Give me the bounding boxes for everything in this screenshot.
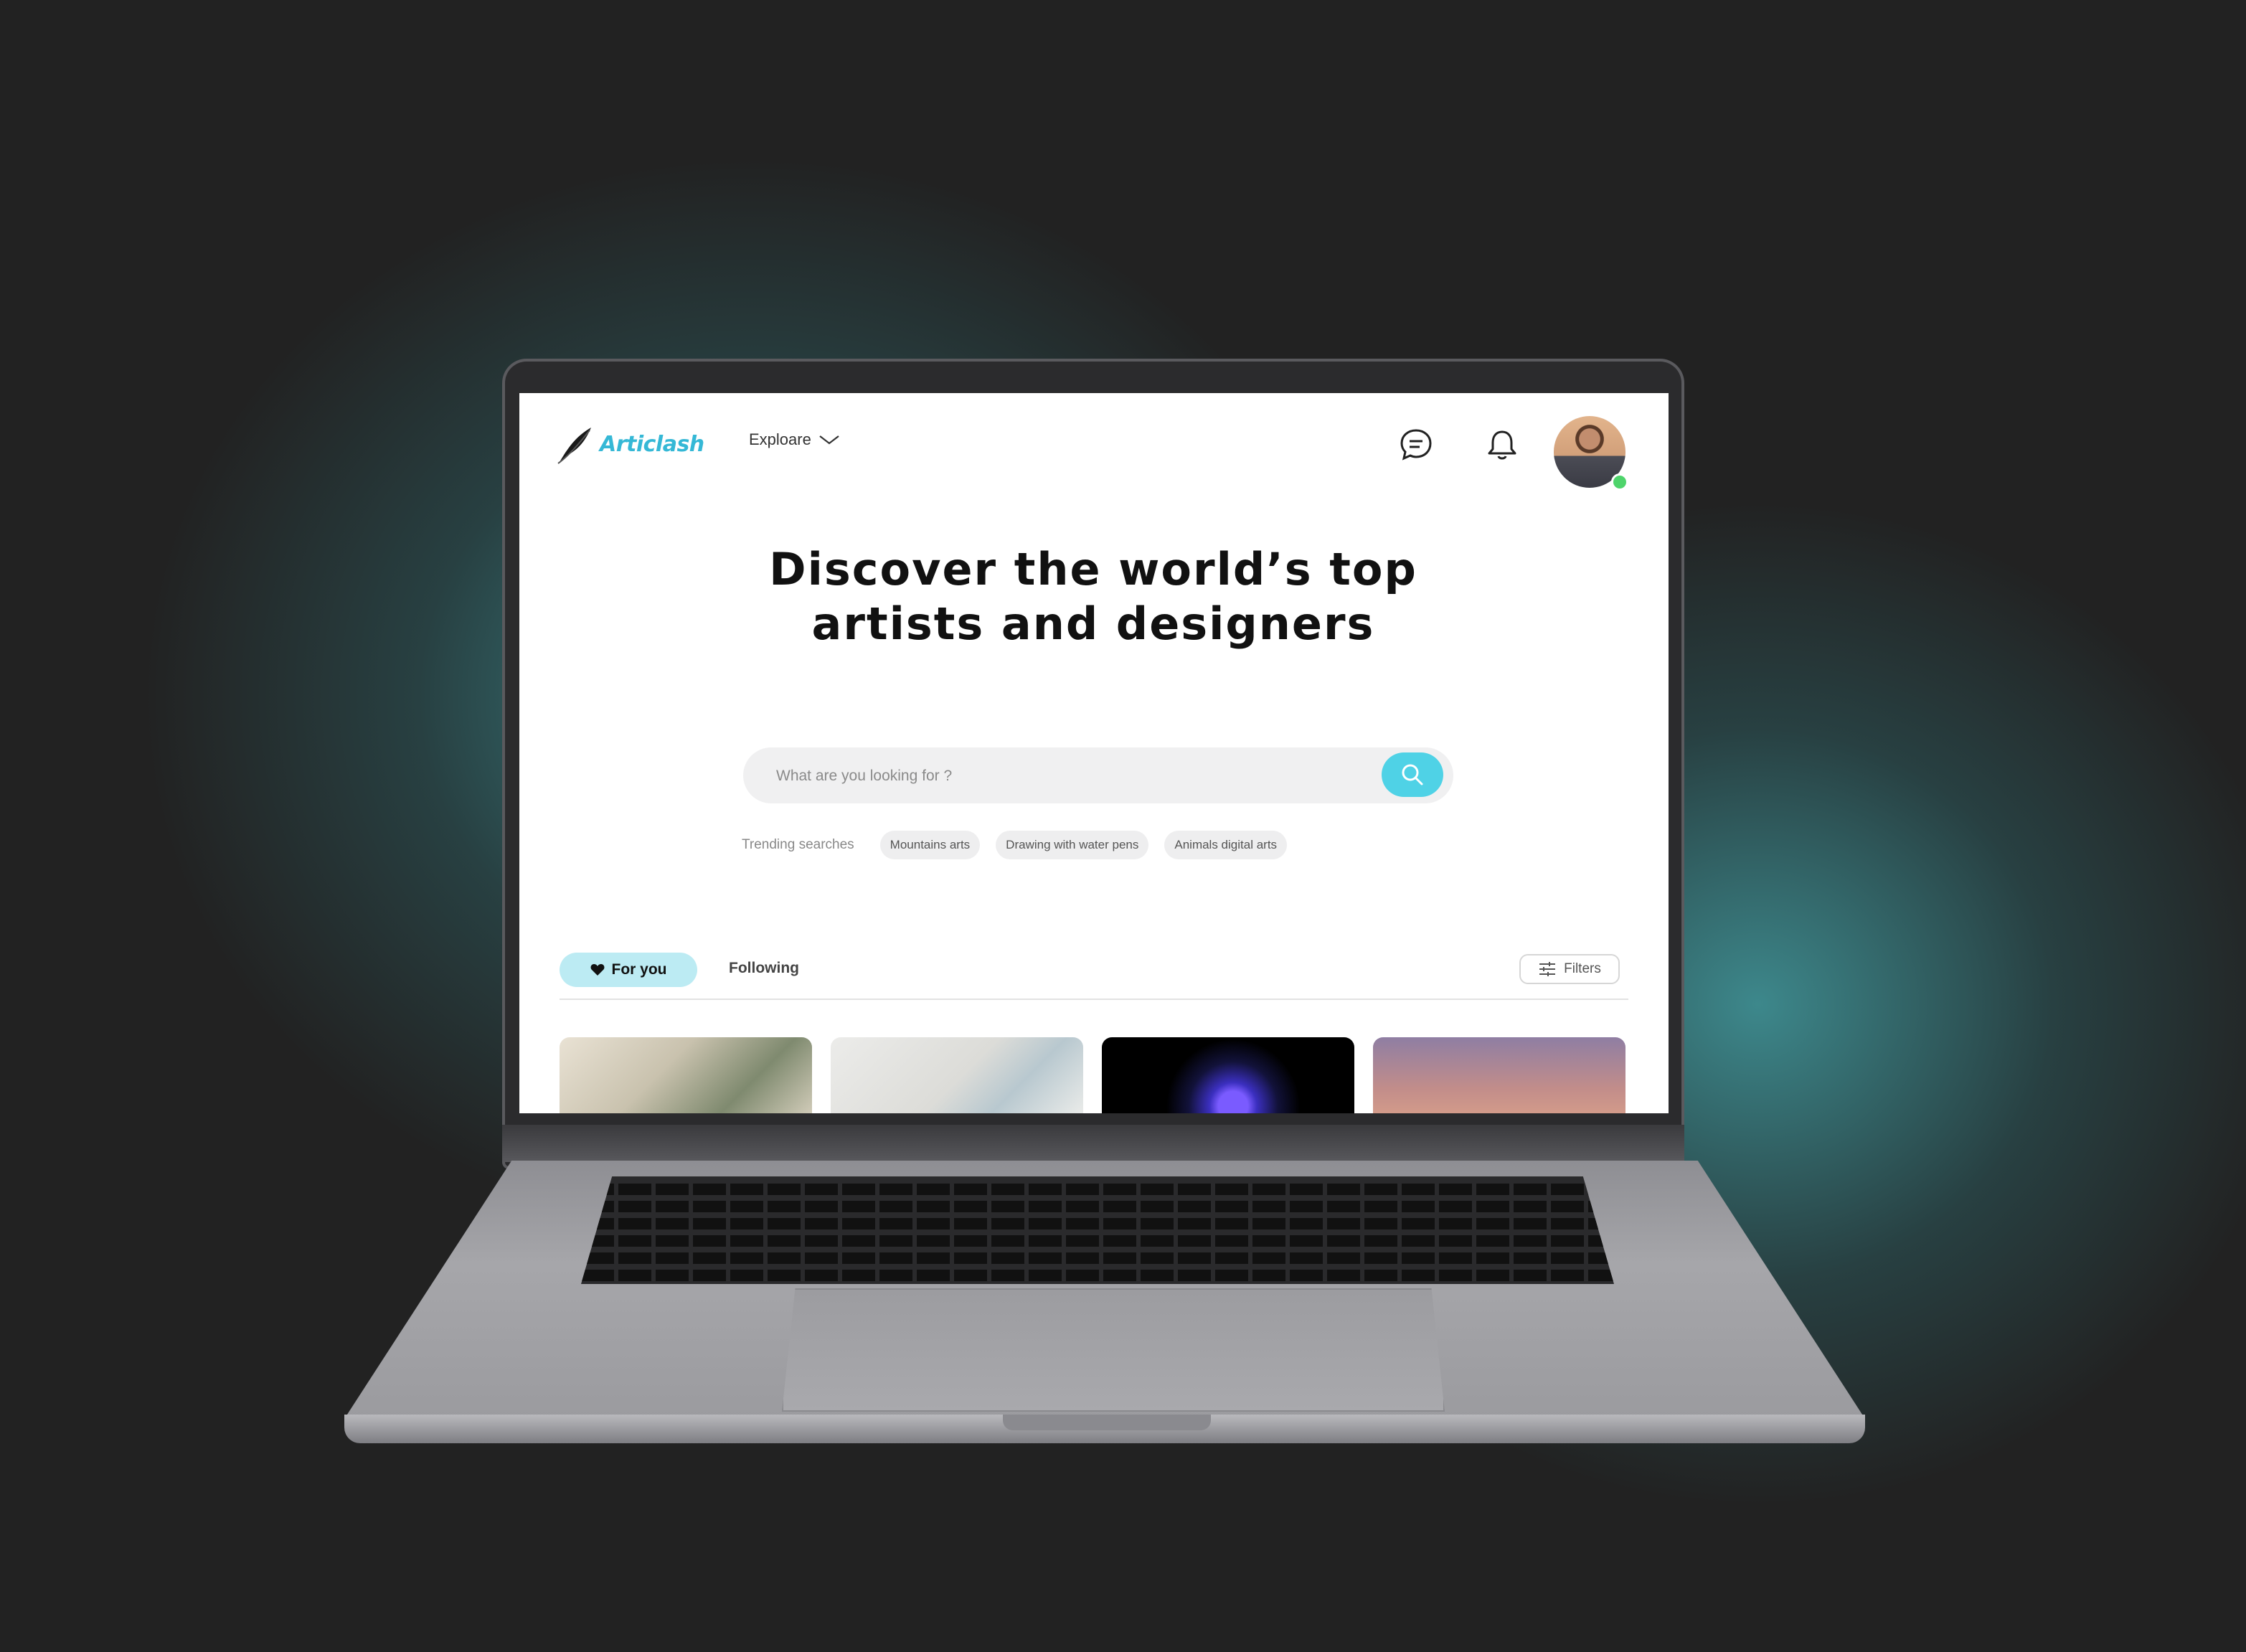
key-row (581, 1235, 1614, 1247)
trending-chip[interactable]: Mountains arts (879, 831, 981, 859)
heart-icon (590, 964, 604, 976)
laptop-keyboard (581, 1176, 1614, 1284)
filters-label: Filters (1564, 961, 1601, 976)
laptop-hinge (502, 1125, 1684, 1162)
trending-chip[interactable]: Animals digital arts (1164, 831, 1288, 859)
search-bar (743, 747, 1453, 805)
laptop-notch (1003, 1415, 1211, 1430)
artwork-card-neon-brain[interactable] (1102, 1037, 1354, 1113)
brand-name: Articlash (600, 431, 704, 457)
search-icon (1402, 764, 1423, 785)
tab-for-you[interactable]: For you (560, 953, 697, 987)
trending-label: Trending searches (742, 837, 854, 852)
key-row (581, 1252, 1614, 1264)
feather-icon (557, 428, 591, 464)
laptop-trackpad (782, 1288, 1445, 1412)
chat-icon (1400, 429, 1432, 461)
explore-dropdown[interactable]: Exploare (749, 430, 840, 449)
explore-label: Exploare (749, 430, 811, 448)
chevron-down-icon (819, 435, 839, 445)
brand-logo[interactable]: Articlash (557, 423, 704, 465)
search-input[interactable] (775, 747, 1337, 805)
artwork-card-heron[interactable] (560, 1037, 812, 1113)
feed-tabs: For you Following Filters (560, 953, 1628, 988)
artwork-card-astronaut[interactable] (1373, 1037, 1625, 1113)
artwork-card-sketch[interactable] (831, 1037, 1083, 1113)
hero-line-1: Discover the world’s top (769, 543, 1417, 595)
hero-headline: Discover the world’s top artists and des… (663, 542, 1524, 651)
tab-for-you-label: For you (611, 961, 667, 978)
trending-searches: Trending searches Mountains arts Drawing… (742, 831, 1288, 859)
messages-button[interactable] (1396, 425, 1436, 465)
online-status-dot (1611, 473, 1628, 491)
bell-icon (1488, 430, 1516, 460)
tab-following[interactable]: Following (729, 960, 799, 977)
key-row (581, 1201, 1614, 1212)
trending-chip[interactable]: Drawing with water pens (996, 831, 1149, 859)
key-row (581, 1270, 1614, 1281)
filters-button[interactable]: Filters (1519, 954, 1620, 984)
laptop-screen: Articlash Exploare Discover the world’s (519, 393, 1669, 1113)
search-button[interactable] (1382, 752, 1443, 797)
feed-divider (560, 999, 1628, 1000)
top-navigation-bar: Articlash Exploare (519, 393, 1669, 494)
key-row (581, 1184, 1614, 1195)
notifications-button[interactable] (1482, 425, 1522, 465)
key-row (581, 1218, 1614, 1229)
hero-line-2: artists and designers (811, 598, 1375, 650)
sliders-icon (1539, 962, 1556, 976)
